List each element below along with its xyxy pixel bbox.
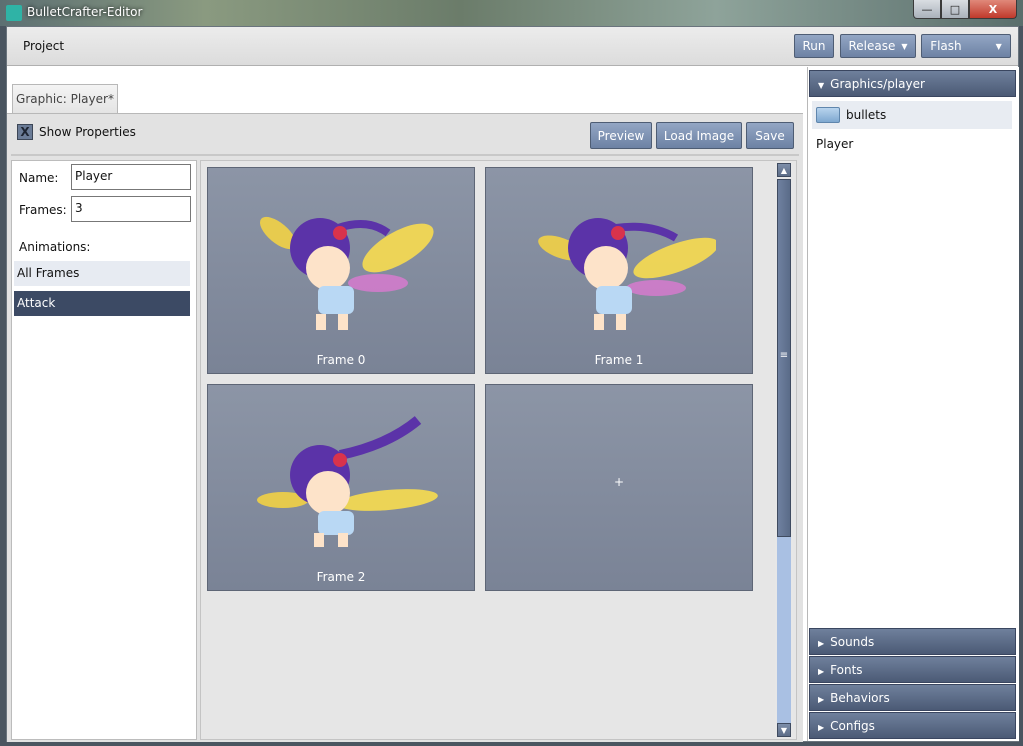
collapsed-arrow-icon: ▶ — [818, 695, 825, 704]
fairy-sprite-image — [257, 416, 438, 547]
collapsed-arrow-icon: ▶ — [818, 667, 825, 676]
folder-icon — [816, 107, 840, 123]
tab-label: Graphic: Player* — [16, 92, 114, 106]
frames-label: Frames: — [19, 203, 67, 217]
scroll-up-button[interactable]: ▲ — [777, 163, 791, 177]
file-item-player[interactable]: Player — [816, 137, 853, 151]
section-title: Fonts — [830, 663, 863, 677]
minimize-button[interactable]: — — [913, 0, 941, 19]
frame-grid: Frame 0 Frame 1 Frame 2 + ▲ ≡ ▼ — [200, 160, 797, 740]
grip-icon: ≡ — [779, 350, 789, 361]
frames-field[interactable]: 3 — [71, 196, 191, 222]
close-button[interactable]: X — [969, 0, 1017, 19]
behaviors-section-header[interactable]: ▶ Behaviors — [809, 684, 1016, 711]
divider — [11, 154, 799, 156]
frame-label: Frame 1 — [594, 353, 644, 367]
project-menu[interactable]: Project — [23, 39, 64, 53]
configs-section-header[interactable]: ▶ Configs — [809, 712, 1016, 739]
properties-panel: Name: Player Frames: 3 Animations: All F… — [11, 160, 197, 740]
name-field[interactable]: Player — [71, 164, 191, 190]
scrollbar-thumb[interactable]: ≡ — [777, 179, 791, 537]
window-title: BulletCrafter-Editor — [27, 5, 143, 19]
add-frame-cell[interactable]: + — [485, 384, 753, 591]
animation-item-all-frames[interactable]: All Frames — [14, 261, 190, 286]
animation-item-attack[interactable]: Attack — [14, 291, 190, 316]
vertical-scrollbar[interactable]: ▲ ≡ ▼ — [775, 161, 793, 739]
save-button-label: Save — [755, 128, 785, 143]
scroll-track[interactable] — [777, 537, 791, 723]
plus-icon: + — [613, 475, 625, 489]
frame-label: Frame 2 — [316, 570, 366, 584]
maximize-button[interactable]: □ — [941, 0, 969, 19]
load-image-button[interactable]: Load Image — [656, 122, 742, 149]
toolbar: Project Run Release ▼ Flash ▼ — [7, 27, 1018, 66]
name-label: Name: — [19, 171, 59, 185]
scroll-down-button[interactable]: ▼ — [777, 723, 791, 737]
preview-button[interactable]: Preview — [590, 122, 652, 149]
section-title: Behaviors — [830, 691, 890, 705]
flash-dropdown-label: Flash — [930, 39, 962, 53]
save-button[interactable]: Save — [746, 122, 794, 149]
run-button[interactable]: Run — [794, 34, 834, 58]
section-title: Configs — [830, 719, 875, 733]
app-window: Project Run Release ▼ Flash ▼ Graphic: Pla… — [6, 26, 1019, 742]
sounds-section-header[interactable]: ▶ Sounds — [809, 628, 1016, 655]
app-icon — [6, 5, 22, 21]
show-properties-checkbox[interactable]: X — [17, 124, 33, 140]
frame-cell-0[interactable]: Frame 0 — [207, 167, 475, 374]
show-properties-toggle[interactable]: X Show Properties — [17, 124, 136, 140]
expanded-arrow-icon: ▼ — [818, 81, 825, 90]
close-icon: X — [988, 2, 998, 16]
frame-cell-1[interactable]: Frame 1 — [485, 167, 753, 374]
chevron-down-icon: ▼ — [995, 41, 1002, 51]
resource-sidebar: ▼ Graphics/player bullets Player ▶ Sounds … — [807, 67, 1019, 741]
minimize-icon: — — [921, 2, 933, 16]
flash-dropdown[interactable]: Flash ▼ — [921, 34, 1011, 58]
tab-graphic-player[interactable]: Graphic: Player* — [12, 84, 118, 113]
animations-label: Animations: — [19, 240, 91, 254]
chevron-down-icon: ▼ — [901, 41, 908, 51]
fairy-sprite-image — [538, 218, 716, 330]
maximize-icon: □ — [949, 2, 961, 16]
frame-cell-2[interactable]: Frame 2 — [207, 384, 475, 591]
release-dropdown-label: Release — [848, 39, 896, 53]
folder-item-bullets[interactable]: bullets — [812, 101, 1012, 129]
graphic-editor-panel: X Show Properties Preview Load Image Sav… — [7, 113, 803, 742]
fonts-section-header[interactable]: ▶ Fonts — [809, 656, 1016, 683]
folder-label: bullets — [846, 108, 887, 122]
collapsed-arrow-icon: ▶ — [818, 723, 825, 732]
frame-label: Frame 0 — [316, 353, 366, 367]
section-title: Sounds — [830, 635, 875, 649]
graphics-section-header[interactable]: ▼ Graphics/player — [809, 70, 1016, 97]
show-properties-label: Show Properties — [39, 125, 136, 139]
run-button-label: Run — [802, 39, 826, 53]
title-bar: BulletCrafter-Editor — □ X — [0, 0, 1023, 26]
tab-strip: Graphic: Player* — [7, 67, 803, 113]
graphics-section-title: Graphics/player — [830, 77, 925, 91]
release-dropdown[interactable]: Release ▼ — [840, 34, 916, 58]
collapsed-arrow-icon: ▶ — [818, 639, 825, 648]
fairy-sprite-image — [259, 216, 434, 330]
load-image-button-label: Load Image — [663, 128, 735, 143]
preview-button-label: Preview — [597, 128, 645, 143]
